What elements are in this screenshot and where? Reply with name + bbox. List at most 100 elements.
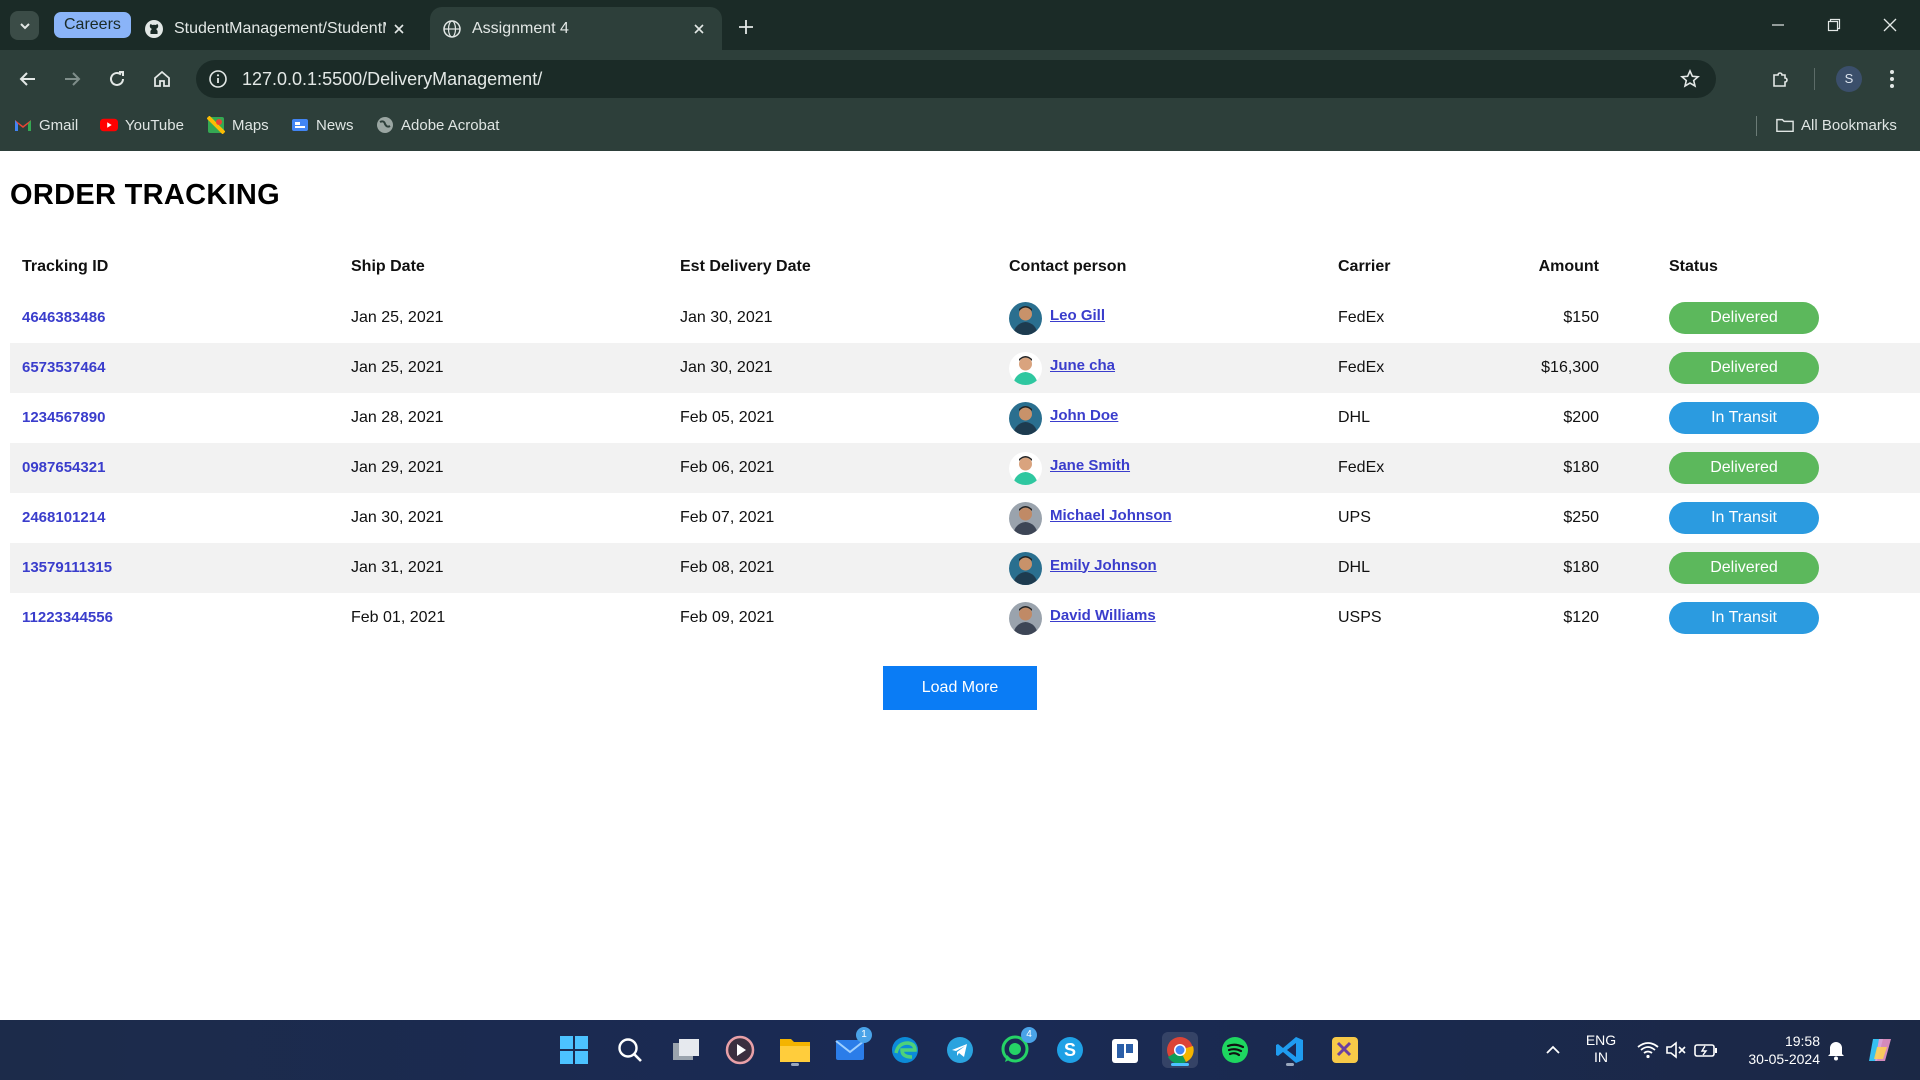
close-icon[interactable] bbox=[386, 16, 412, 42]
extensions-button[interactable] bbox=[1765, 63, 1797, 95]
contact-name-link[interactable]: David Williams bbox=[1050, 607, 1156, 624]
spotify-icon[interactable] bbox=[1217, 1032, 1253, 1068]
contact-cell: June cha bbox=[997, 343, 1326, 393]
telegram-icon[interactable] bbox=[942, 1032, 978, 1068]
status-badge: In Transit bbox=[1669, 402, 1819, 434]
skype-icon[interactable]: S bbox=[1052, 1032, 1088, 1068]
media-player-icon[interactable] bbox=[722, 1032, 758, 1068]
tracking-id-link[interactable]: 13579111315 bbox=[22, 559, 112, 576]
search-icon[interactable] bbox=[612, 1032, 648, 1068]
table-row: 1234567890 Jan 28, 2021 Feb 05, 2021 John D… bbox=[10, 393, 1920, 443]
tracking-id-link[interactable]: 1234567890 bbox=[22, 409, 105, 426]
reload-button[interactable] bbox=[101, 63, 133, 95]
chevron-up-icon[interactable] bbox=[1535, 1032, 1571, 1068]
avatar bbox=[1009, 451, 1042, 485]
language-indicator[interactable]: ENG IN bbox=[1578, 1032, 1624, 1066]
amount-cell: $250 bbox=[1563, 509, 1599, 526]
menu-button[interactable] bbox=[1876, 63, 1908, 95]
table-row: 6573537464 Jan 25, 2021 Jan 30, 2021 June c… bbox=[10, 343, 1920, 393]
snipping-tool-icon[interactable] bbox=[1327, 1032, 1363, 1068]
url-text[interactable]: 127.0.0.1:5500/DeliveryManagement/ bbox=[242, 60, 542, 98]
contact-name-link[interactable]: Michael Johnson bbox=[1050, 507, 1172, 524]
tab-search-button[interactable] bbox=[10, 11, 39, 40]
table-row: 0987654321 Jan 29, 2021 Feb 06, 2021 Jane S… bbox=[10, 443, 1920, 493]
running-indicator bbox=[791, 1063, 799, 1066]
tab-title: Assignment 4 bbox=[472, 19, 569, 37]
tracking-id-link[interactable]: 6573537464 bbox=[22, 359, 105, 376]
forward-button[interactable] bbox=[56, 63, 88, 95]
close-icon[interactable] bbox=[686, 16, 712, 42]
bookmark-maps[interactable]: Maps bbox=[207, 108, 269, 142]
tracking-id-link[interactable]: 2468101214 bbox=[22, 509, 105, 526]
contact-person: John Doe bbox=[1009, 401, 1326, 435]
status-badge: In Transit bbox=[1669, 502, 1819, 534]
toolbar-divider bbox=[1814, 68, 1815, 90]
tab-group-chip[interactable]: Careers bbox=[54, 12, 131, 38]
battery-icon[interactable] bbox=[1688, 1032, 1724, 1068]
tracking-id-cell: 13579111315 bbox=[10, 543, 339, 593]
tracking-id-cell: 4646383486 bbox=[10, 293, 339, 343]
home-icon bbox=[154, 70, 170, 87]
contact-name-link[interactable]: Leo Gill bbox=[1050, 307, 1105, 324]
contact-cell: Jane Smith bbox=[997, 443, 1326, 493]
whatsapp-icon[interactable]: 4 bbox=[997, 1027, 1037, 1068]
notification-bell-icon[interactable] bbox=[1818, 1032, 1854, 1068]
mail-icon[interactable]: 1 bbox=[832, 1027, 872, 1068]
new-tab-button[interactable] bbox=[732, 13, 760, 41]
tab-student-management[interactable]: StudentManagement/StudentM bbox=[132, 7, 422, 50]
status-cell: In Transit bbox=[1601, 393, 1920, 443]
windows-start-icon[interactable] bbox=[556, 1032, 592, 1068]
vscode-icon[interactable] bbox=[1272, 1032, 1308, 1068]
carrier-cell: UPS bbox=[1338, 509, 1371, 526]
bookmark-youtube[interactable]: YouTube bbox=[100, 108, 184, 142]
amount-cell: $16,300 bbox=[1541, 359, 1599, 376]
copilot-icon[interactable] bbox=[1862, 1032, 1898, 1068]
status-cell: Delivered bbox=[1601, 543, 1920, 593]
task-view-icon[interactable] bbox=[668, 1032, 704, 1068]
restore-button[interactable] bbox=[1814, 10, 1854, 40]
bookmark-adobe-acrobat[interactable]: Adobe Acrobat bbox=[376, 108, 499, 142]
contact-name-link[interactable]: Jane Smith bbox=[1050, 457, 1130, 474]
puzzle-icon bbox=[1773, 72, 1788, 87]
site-info-icon[interactable] bbox=[206, 67, 230, 91]
profile-avatar[interactable]: S bbox=[1836, 66, 1862, 92]
active-indicator bbox=[1171, 1063, 1189, 1066]
minimize-button[interactable] bbox=[1758, 10, 1798, 40]
bookmark-news[interactable]: News bbox=[291, 108, 354, 142]
clock[interactable]: 19:58 30-05-2024 bbox=[1730, 1032, 1820, 1068]
address-bar[interactable]: 127.0.0.1:5500/DeliveryManagement/ bbox=[196, 60, 1716, 98]
contact-cell: Emily Johnson bbox=[997, 543, 1326, 593]
contact-cell: John Doe bbox=[997, 393, 1326, 443]
all-bookmarks-button[interactable]: All Bookmarks bbox=[1776, 108, 1897, 142]
chrome-icon[interactable] bbox=[1162, 1032, 1198, 1068]
column-header: Ship Date bbox=[351, 258, 425, 275]
load-more-button[interactable]: Load More bbox=[883, 666, 1037, 710]
amount-cell: $180 bbox=[1563, 459, 1599, 476]
contact-name-link[interactable]: Emily Johnson bbox=[1050, 557, 1157, 574]
tracking-id-link[interactable]: 4646383486 bbox=[22, 309, 105, 326]
tracking-id-link[interactable]: 11223344556 bbox=[22, 609, 113, 626]
home-button[interactable] bbox=[146, 63, 178, 95]
bookmark-gmail[interactable]: Gmail bbox=[14, 108, 78, 142]
back-button[interactable] bbox=[12, 63, 44, 95]
bookmark-star-icon[interactable] bbox=[1678, 67, 1702, 91]
tab-assignment-4[interactable]: Assignment 4 bbox=[430, 7, 722, 50]
status-badge: Delivered bbox=[1669, 352, 1819, 384]
microsoft-store-icon[interactable] bbox=[1107, 1032, 1143, 1068]
more-vertical-icon bbox=[1890, 70, 1894, 88]
file-explorer-icon[interactable] bbox=[777, 1032, 813, 1068]
globe-icon bbox=[442, 19, 462, 39]
table-row: 4646383486 Jan 25, 2021 Jan 30, 2021 Leo Gi… bbox=[10, 293, 1920, 343]
column-header: Carrier bbox=[1338, 258, 1391, 275]
tracking-id-link[interactable]: 0987654321 bbox=[22, 459, 105, 476]
folder-icon bbox=[1776, 116, 1794, 134]
ship-date-cell: Jan 30, 2021 bbox=[351, 509, 444, 526]
running-indicator bbox=[1286, 1063, 1294, 1066]
table-header-row: Tracking ID Ship Date Est Delivery Date … bbox=[10, 241, 1920, 293]
contact-name-link[interactable]: June cha bbox=[1050, 357, 1115, 374]
edge-icon[interactable] bbox=[887, 1032, 923, 1068]
carrier-cell: FedEx bbox=[1338, 359, 1385, 376]
avatar bbox=[1009, 351, 1042, 385]
close-window-button[interactable] bbox=[1870, 10, 1910, 40]
contact-name-link[interactable]: John Doe bbox=[1050, 407, 1118, 424]
